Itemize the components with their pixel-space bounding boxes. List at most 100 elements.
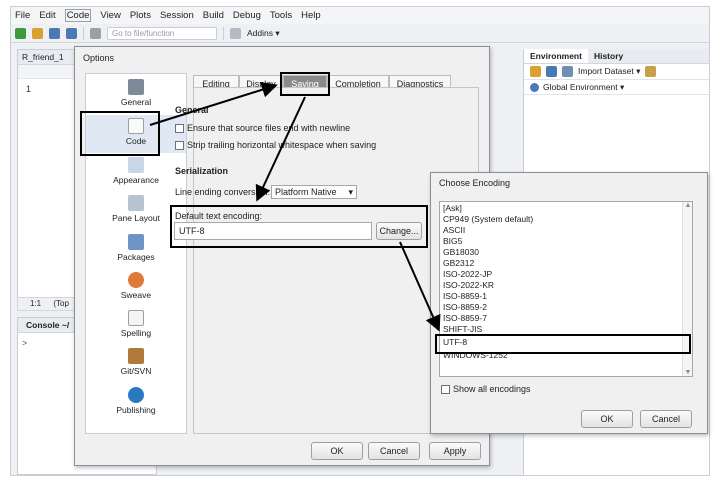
r-logo-icon <box>128 79 144 95</box>
strip-whitespace-option[interactable]: Strip trailing horizontal whitespace whe… <box>175 140 376 150</box>
scope-indicator[interactable]: (Top <box>53 299 69 308</box>
category-label: Spelling <box>120 328 152 338</box>
highlight-utf8-item <box>435 334 691 354</box>
goto-file-input[interactable]: Go to file/function <box>107 26 217 40</box>
ok-button[interactable]: OK <box>311 442 363 460</box>
list-item[interactable]: GB18030 <box>443 247 479 258</box>
show-all-checkbox[interactable] <box>441 384 450 394</box>
show-all-label: Show all encodings <box>453 384 531 394</box>
tab-environment[interactable]: Environment <box>524 49 588 63</box>
chevron-down-icon: ▾ <box>348 187 353 197</box>
line-ending-label: Line ending conversion: <box>175 187 271 197</box>
print-icon[interactable] <box>90 27 101 39</box>
category-general[interactable]: General <box>86 76 186 114</box>
list-item[interactable]: BIG5 <box>443 236 462 247</box>
highlight-saving-tab <box>280 72 330 96</box>
appearance-icon <box>128 157 144 173</box>
category-label: Pane Layout <box>112 213 160 223</box>
open-project-icon[interactable] <box>32 27 43 39</box>
environment-selector[interactable]: Global Environment ▾ <box>524 80 709 95</box>
category-label: Sweave <box>120 290 152 300</box>
general-heading: General <box>175 105 209 115</box>
options-dialog: Options General Code Appearance Pane Lay… <box>74 46 490 466</box>
line-ending-select[interactable]: Platform Native ▾ <box>271 185 357 199</box>
menu-edit[interactable]: Edit <box>39 10 55 21</box>
toolbar-divider <box>83 26 84 40</box>
new-file-icon[interactable] <box>15 27 26 39</box>
ensure-newline-label: Ensure that source files end with newlin… <box>187 123 351 133</box>
console-prompt[interactable]: > <box>22 338 27 348</box>
pane-layout-icon <box>128 195 144 211</box>
list-item[interactable]: ISO-8859-2 <box>443 302 487 313</box>
ensure-newline-option[interactable]: Ensure that source files end with newlin… <box>175 123 350 133</box>
git-box-icon <box>128 348 144 364</box>
menu-plots[interactable]: Plots <box>130 10 151 21</box>
category-label: General <box>120 97 152 107</box>
packages-icon <box>128 234 144 250</box>
list-item[interactable]: ISO-8859-7 <box>443 313 487 324</box>
environment-toolbar: Import Dataset ▾ <box>524 64 709 80</box>
strip-whitespace-checkbox[interactable] <box>175 140 184 150</box>
category-label: Git/SVN <box>120 366 152 376</box>
cancel-button[interactable]: Cancel <box>368 442 420 460</box>
list-item[interactable]: ISO-2022-JP <box>443 269 492 280</box>
list-item[interactable]: ASCII <box>443 225 465 236</box>
strip-whitespace-label: Strip trailing horizontal whitespace whe… <box>187 140 377 150</box>
menu-session[interactable]: Session <box>160 10 194 21</box>
line-ending-value: Platform Native <box>275 187 337 197</box>
menu-help[interactable]: Help <box>301 10 321 21</box>
line-number: 1 <box>26 84 32 94</box>
ok-button[interactable]: OK <box>581 410 633 428</box>
highlight-code-category <box>80 111 160 156</box>
save-all-icon[interactable] <box>66 27 77 39</box>
category-publishing[interactable]: Publishing <box>86 384 186 422</box>
show-all-option[interactable]: Show all encodings <box>441 384 531 394</box>
list-item[interactable]: ISO-2022-KR <box>443 280 494 291</box>
tab-history[interactable]: History <box>588 49 629 63</box>
right-tabs: Environment History <box>524 49 709 64</box>
list-item[interactable]: ISO-8859-1 <box>443 291 487 302</box>
serialization-heading: Serialization <box>175 166 229 176</box>
category-appearance[interactable]: Appearance <box>86 154 186 192</box>
ensure-newline-checkbox[interactable] <box>175 123 184 133</box>
cursor-position: 1:1 <box>30 299 42 308</box>
sweave-icon <box>128 272 144 288</box>
addins-menu[interactable]: Addins ▾ <box>247 28 280 39</box>
menu-file[interactable]: File <box>15 10 30 21</box>
list-item[interactable]: CP949 (System default) <box>443 214 533 225</box>
publishing-icon <box>128 387 144 403</box>
import-dataset-button[interactable]: Import Dataset ▾ <box>578 66 640 77</box>
import-dataset-icon[interactable] <box>562 66 573 77</box>
category-label: Appearance <box>113 175 159 185</box>
scroll-down-icon[interactable]: ▼ <box>683 369 692 376</box>
menu-code[interactable]: Code <box>64 9 92 22</box>
grid-layout-icon[interactable] <box>230 27 241 39</box>
category-label: Packages <box>117 252 155 262</box>
choose-encoding-dialog: Choose Encoding [Ask] CP949 (System defa… <box>430 172 708 434</box>
list-item[interactable]: [Ask] <box>443 203 462 214</box>
cancel-button[interactable]: Cancel <box>640 410 692 428</box>
list-item[interactable]: SHIFT-JIS <box>443 324 482 335</box>
toolbar-divider <box>223 26 224 40</box>
menu-view[interactable]: View <box>100 10 120 21</box>
apply-button[interactable]: Apply <box>429 442 481 460</box>
global-environment-label[interactable]: Global Environment ▾ <box>543 82 624 93</box>
category-git-svn[interactable]: Git/SVN <box>86 345 186 383</box>
menu-bar: File Edit Code View Plots Session Build … <box>11 7 709 24</box>
r-env-icon <box>530 82 539 92</box>
list-item[interactable]: GB2312 <box>443 258 474 269</box>
menu-debug[interactable]: Debug <box>233 10 261 21</box>
menu-build[interactable]: Build <box>203 10 224 21</box>
broom-icon[interactable] <box>645 66 657 77</box>
scroll-up-icon[interactable]: ▲ <box>683 202 692 209</box>
category-sweave[interactable]: Sweave <box>86 269 186 307</box>
save-workspace-icon[interactable] <box>546 66 557 77</box>
category-label: Publishing <box>116 405 156 415</box>
load-workspace-icon[interactable] <box>530 66 541 77</box>
menu-tools[interactable]: Tools <box>270 10 292 21</box>
main-toolbar: Go to file/function Addins ▾ <box>11 24 709 43</box>
dialog-title: Options <box>83 53 115 63</box>
spelling-icon <box>128 310 144 326</box>
save-icon[interactable] <box>49 27 60 39</box>
category-spelling[interactable]: Spelling <box>86 307 186 345</box>
